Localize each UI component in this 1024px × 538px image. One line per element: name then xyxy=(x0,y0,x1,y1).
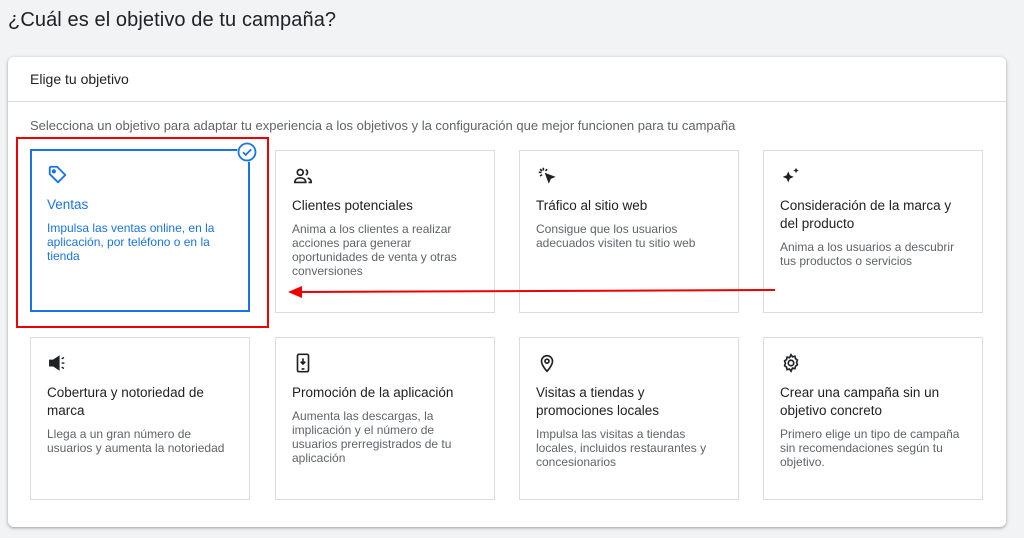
panel-header: Elige tu objetivo xyxy=(8,57,1006,102)
card-description: Consigue que los usuarios adecuados visi… xyxy=(536,222,696,250)
objective-card-consideracion-marca[interactable]: Consideración de la marca y del producto… xyxy=(763,150,983,313)
tag-icon xyxy=(48,165,67,184)
card-title: Cobertura y notoriedad de marca xyxy=(47,385,204,418)
location-pin-icon xyxy=(540,354,554,373)
objective-card-visitas-tiendas[interactable]: Visitas a tiendas y promociones locales … xyxy=(519,337,739,500)
card-title: Tráfico al sitio web xyxy=(536,198,648,213)
page-title: ¿Cuál es el objetivo de tu campaña? xyxy=(8,9,337,31)
people-icon xyxy=(293,168,313,184)
objective-card-promocion-aplicacion[interactable]: Promoción de la aplicación Aumenta las d… xyxy=(275,337,495,500)
card-description: Impulsa las visitas a tiendas locales, i… xyxy=(536,427,707,469)
card-title: Crear una campaña sin un objetivo concre… xyxy=(780,385,940,418)
instructions-text: Selecciona un objetivo para adaptar tu e… xyxy=(30,118,736,133)
card-title: Promoción de la aplicación xyxy=(292,385,454,400)
gear-icon xyxy=(783,353,799,373)
objective-card-trafico-sitio-web[interactable]: Tráfico al sitio web Consigue que los us… xyxy=(519,150,739,313)
objective-card-cobertura-notoriedad[interactable]: Cobertura y notoriedad de marca Llega a … xyxy=(30,337,250,500)
card-description: Anima a los usuarios a descubrir tus pro… xyxy=(780,240,955,268)
check-circle-icon xyxy=(237,142,257,162)
card-title: Ventas xyxy=(47,197,89,212)
card-title: Clientes potenciales xyxy=(292,198,413,213)
card-description: Anima a los clientes a realizar acciones… xyxy=(292,222,457,278)
megaphone-icon xyxy=(49,355,65,371)
card-description: Primero elige un tipo de campaña sin rec… xyxy=(780,427,960,469)
objective-card-ventas[interactable]: Ventas Impulsa las ventas online, en la … xyxy=(30,142,257,312)
objective-card-sin-objetivo[interactable]: Crear una campaña sin un objetivo concre… xyxy=(763,337,983,500)
card-title: Visitas a tiendas y promociones locales xyxy=(536,385,660,418)
card-title: Consideración de la marca y del producto xyxy=(780,198,952,231)
card-description: Impulsa las ventas online, en la aplicac… xyxy=(47,221,215,263)
objective-card-clientes-potenciales[interactable]: Clientes potenciales Anima a los cliente… xyxy=(275,150,495,313)
phone-download-icon xyxy=(296,353,310,373)
sparkle-icon xyxy=(782,167,799,183)
cursor-click-icon xyxy=(538,167,556,184)
card-description: Llega a un gran número de usuarios y aum… xyxy=(47,427,225,455)
card-description: Aumenta las descargas, la implicación y … xyxy=(292,409,452,465)
